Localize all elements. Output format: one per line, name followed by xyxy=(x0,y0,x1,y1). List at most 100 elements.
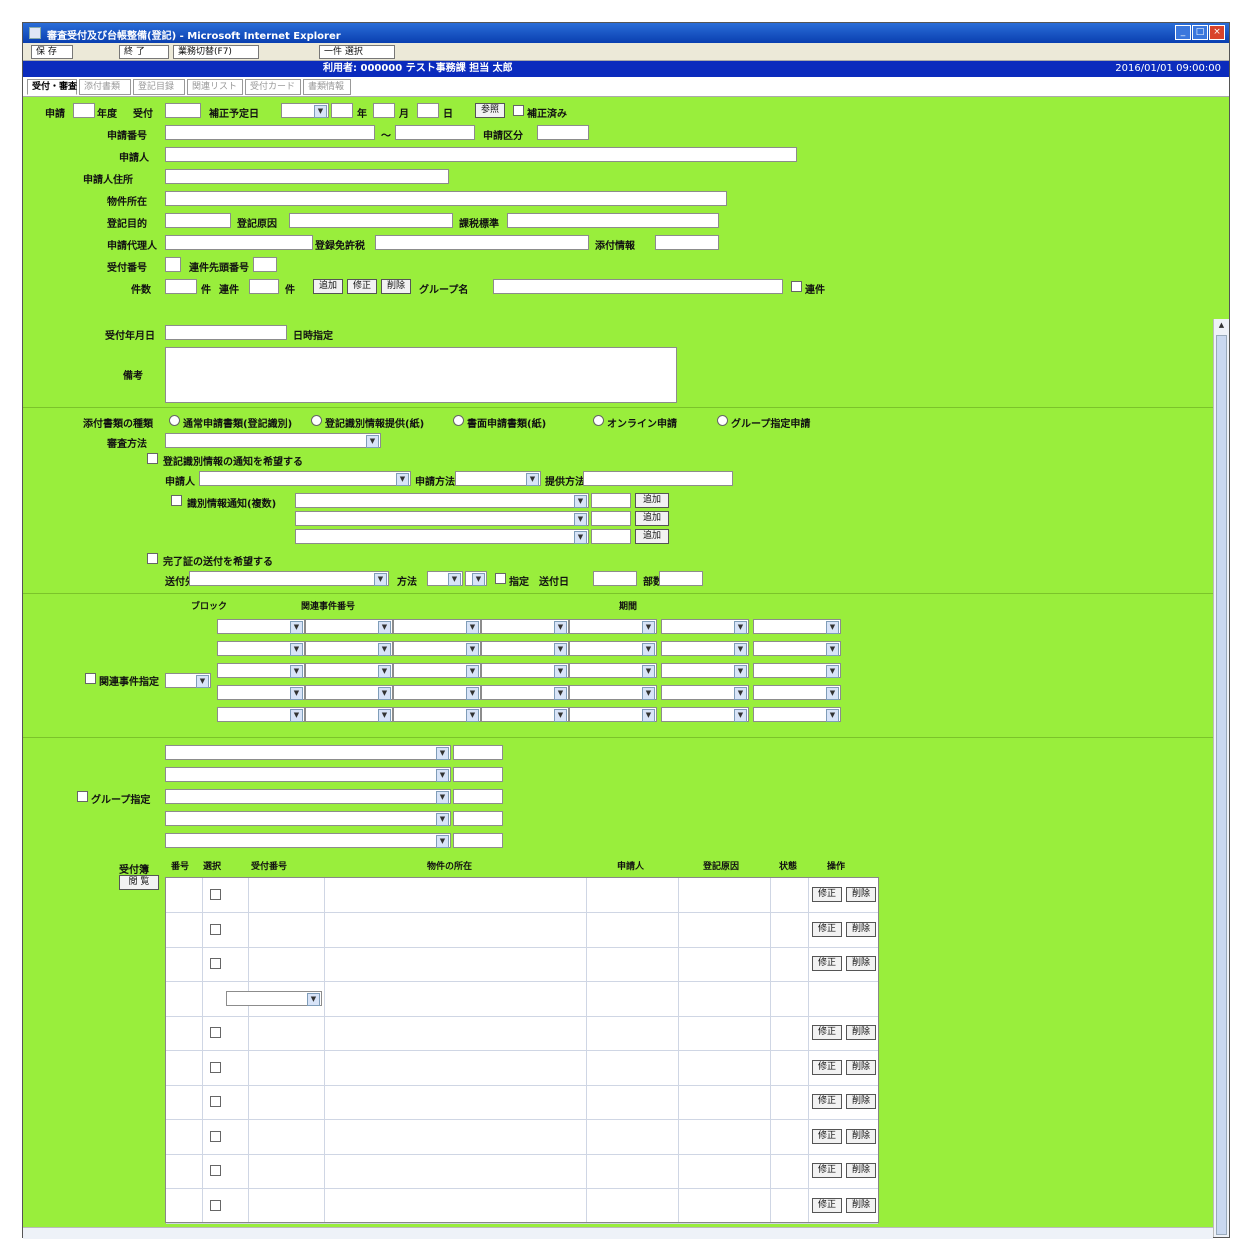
scroll-up-icon[interactable]: ▲ xyxy=(1216,321,1227,333)
related-case-cell[interactable] xyxy=(217,619,305,634)
related-case-cell[interactable] xyxy=(393,707,481,722)
row-checkbox[interactable] xyxy=(210,923,221,935)
row-modify-button[interactable]: 修正 xyxy=(812,1163,842,1178)
multi-input-3[interactable] xyxy=(591,529,631,544)
related-case-cell[interactable] xyxy=(569,619,657,634)
related-case-cell[interactable] xyxy=(661,641,749,656)
way-select[interactable] xyxy=(427,571,463,586)
related-case-cell[interactable] xyxy=(661,663,749,678)
row-delete-button[interactable]: 削除 xyxy=(846,887,876,902)
related-case-cell[interactable] xyxy=(569,641,657,656)
row-checkbox[interactable] xyxy=(210,958,221,969)
group-select[interactable] xyxy=(165,833,451,848)
row-modify-button[interactable]: 修正 xyxy=(812,1128,842,1144)
save-button[interactable]: 保 存 xyxy=(31,45,73,59)
correction-year-input[interactable] xyxy=(331,103,353,118)
group-select[interactable] xyxy=(165,767,451,782)
tab-reception[interactable]: 受付・審査 xyxy=(27,79,77,95)
close-button[interactable]: × xyxy=(1209,25,1225,40)
delete-button[interactable]: 削除 xyxy=(381,279,411,294)
tab-related[interactable]: 関連リスト xyxy=(187,79,243,95)
multi-input-2[interactable] xyxy=(591,511,631,526)
group-checkbox[interactable] xyxy=(77,791,88,802)
app-number-to-input[interactable] xyxy=(395,125,475,140)
multi-select-2[interactable] xyxy=(295,511,589,526)
related-case-cell[interactable] xyxy=(569,685,657,700)
tab-registry[interactable]: 登記目録 xyxy=(133,79,185,95)
tax-base-input[interactable] xyxy=(507,213,719,228)
related-case-cell[interactable] xyxy=(481,707,569,722)
row-modify-button[interactable]: 修正 xyxy=(812,1025,842,1040)
row-delete-button[interactable]: 削除 xyxy=(846,1163,876,1178)
series-input[interactable] xyxy=(249,279,279,294)
radio-doc-1[interactable] xyxy=(169,415,180,426)
corrected-checkbox[interactable] xyxy=(513,105,524,116)
related-case-cell[interactable] xyxy=(393,663,481,678)
series-checkbox[interactable] xyxy=(791,281,802,292)
modify-button[interactable]: 修正 xyxy=(347,279,377,294)
scroll-thumb[interactable] xyxy=(1216,335,1227,1235)
related-case-cell[interactable] xyxy=(481,619,569,634)
browse-button[interactable]: 閲 覧 xyxy=(119,875,159,890)
radio-doc-5[interactable] xyxy=(717,415,728,426)
record-select[interactable]: 一件 選択 xyxy=(319,45,395,59)
multi-select-1[interactable] xyxy=(295,493,589,508)
vertical-scrollbar[interactable]: ▲ xyxy=(1213,319,1229,1237)
row-modify-button[interactable]: 修正 xyxy=(812,1059,842,1075)
multi-add-2[interactable]: 追加 xyxy=(635,511,669,526)
multi-add-3[interactable]: 追加 xyxy=(635,529,669,544)
related-case-cell[interactable] xyxy=(217,663,305,678)
maximize-button[interactable]: □ xyxy=(1192,25,1208,40)
multi-input-1[interactable] xyxy=(591,493,631,508)
row-modify-button[interactable]: 修正 xyxy=(812,956,842,971)
purpose-input[interactable] xyxy=(165,213,231,228)
related-case-cell[interactable] xyxy=(753,619,841,634)
related-case-cell[interactable] xyxy=(481,663,569,678)
group-select[interactable] xyxy=(165,789,451,804)
calendar-button[interactable]: 参照 xyxy=(475,103,505,118)
related-case-cell[interactable] xyxy=(481,641,569,656)
correction-era-select[interactable] xyxy=(281,103,329,118)
related-case-cell[interactable] xyxy=(753,641,841,656)
related-case-cell[interactable] xyxy=(393,685,481,700)
memo-textarea[interactable] xyxy=(165,347,677,403)
provide-input[interactable] xyxy=(583,471,733,486)
receipt-number-input[interactable] xyxy=(165,257,181,272)
applicant-select[interactable] xyxy=(199,471,411,486)
row-delete-button[interactable]: 削除 xyxy=(846,921,876,937)
row-delete-button[interactable]: 削除 xyxy=(846,1128,876,1144)
row-delete-button[interactable]: 削除 xyxy=(846,1197,876,1213)
count-input[interactable] xyxy=(165,279,197,294)
group-name-input[interactable] xyxy=(493,279,783,294)
row-checkbox[interactable] xyxy=(210,1096,221,1107)
related-case-cell[interactable] xyxy=(305,707,393,722)
related-case-cell[interactable] xyxy=(305,619,393,634)
send-date-input[interactable] xyxy=(593,571,637,586)
multi-add-1[interactable]: 追加 xyxy=(635,493,669,508)
related-case-cell[interactable] xyxy=(661,685,749,700)
related-case-cell[interactable] xyxy=(481,685,569,700)
related-case-cell[interactable] xyxy=(569,707,657,722)
agent-input[interactable] xyxy=(165,235,313,250)
completion-checkbox[interactable] xyxy=(147,553,158,564)
notify-checkbox[interactable] xyxy=(147,453,158,464)
review-select[interactable] xyxy=(165,433,381,448)
group-input[interactable] xyxy=(453,811,503,826)
related-case-cell[interactable] xyxy=(393,619,481,634)
related-case-cell[interactable] xyxy=(569,663,657,678)
multi-notify-checkbox[interactable] xyxy=(171,495,182,506)
cause-input[interactable] xyxy=(289,213,453,228)
row-modify-button[interactable]: 修正 xyxy=(812,921,842,937)
group-input[interactable] xyxy=(453,745,503,760)
horizontal-scrollbar[interactable] xyxy=(23,1227,1213,1239)
group-input[interactable] xyxy=(453,833,503,848)
exit-button[interactable]: 終 了 xyxy=(119,45,169,59)
related-case-cell[interactable] xyxy=(661,619,749,634)
row-select[interactable] xyxy=(226,990,322,1006)
era-input[interactable] xyxy=(73,103,95,118)
tab-card[interactable]: 受付カード xyxy=(245,79,301,95)
minimize-button[interactable]: _ xyxy=(1175,25,1191,40)
related-case-cell[interactable] xyxy=(305,685,393,700)
add-button[interactable]: 追加 xyxy=(313,279,343,294)
row-delete-button[interactable]: 削除 xyxy=(846,1094,876,1109)
